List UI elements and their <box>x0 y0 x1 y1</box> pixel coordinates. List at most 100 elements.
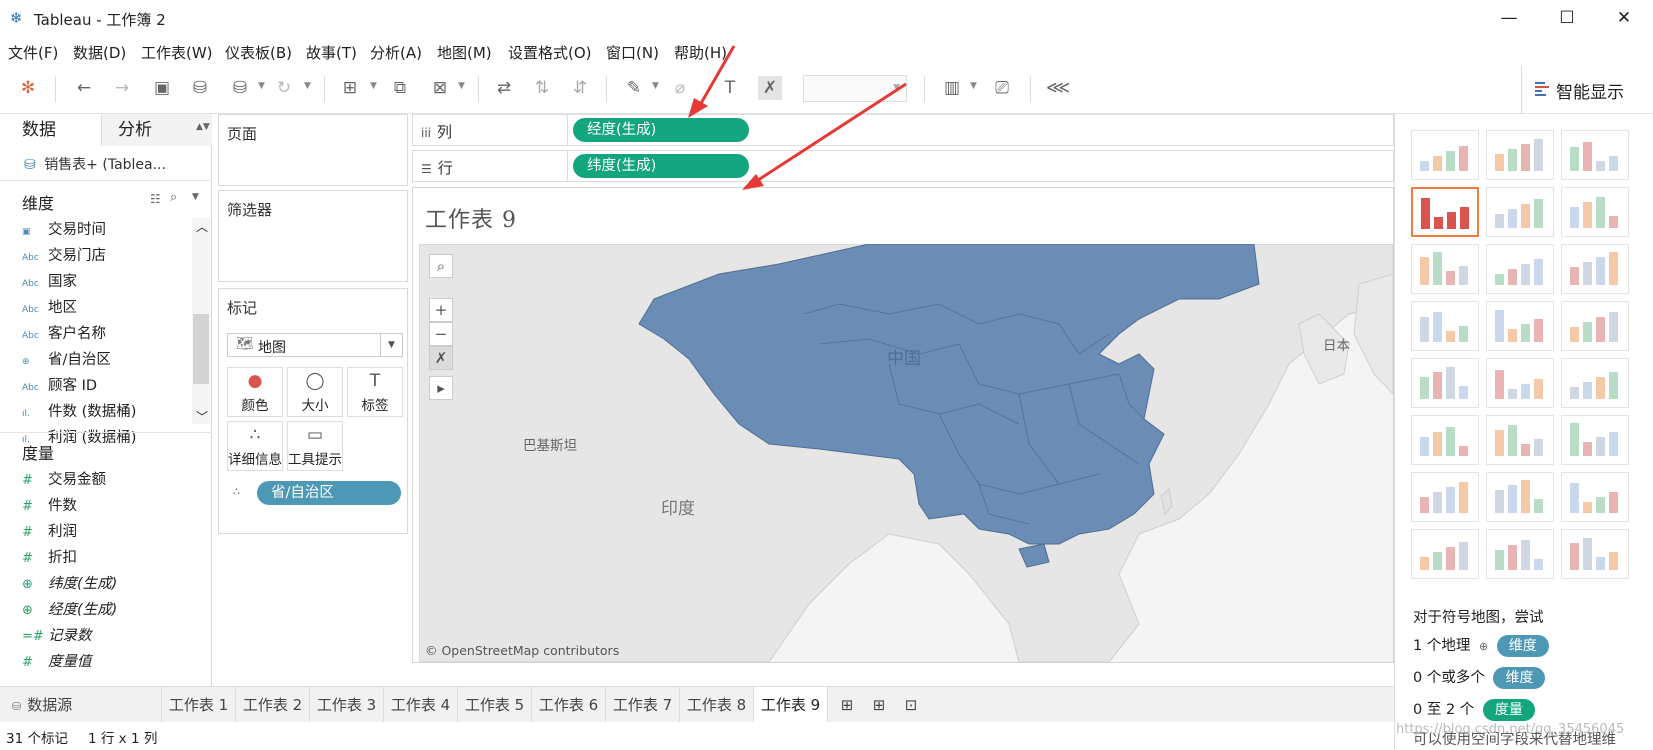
dimension-field[interactable]: Abc 顾客 ID <box>22 374 97 398</box>
undo-icon[interactable]: ← <box>72 76 96 100</box>
sheet-tab[interactable]: 工作表 1 <box>162 687 236 723</box>
chart-type-thumbnail[interactable] <box>1486 187 1554 237</box>
chart-type-thumbnail[interactable] <box>1561 130 1629 180</box>
scroll-down-icon[interactable]: ﹀ <box>196 408 208 425</box>
chart-type-thumbnail[interactable] <box>1411 358 1479 408</box>
chart-type-thumbnail[interactable] <box>1486 358 1554 408</box>
expand-toolbar-icon[interactable]: ▸ <box>429 376 453 400</box>
chart-type-thumbnail[interactable] <box>1411 187 1479 237</box>
measure-field[interactable]: # 利润 <box>22 520 77 544</box>
menu-map[interactable]: 地图(M) <box>437 42 492 63</box>
zoom-in-button[interactable]: + <box>429 298 453 322</box>
dimension-field[interactable]: ⊕ 省/自治区 <box>22 348 111 372</box>
chart-type-thumbnail[interactable] <box>1561 301 1629 351</box>
fix-axes-icon[interactable]: ✗ <box>758 76 782 100</box>
menu-format[interactable]: 设置格式(O) <box>508 42 592 63</box>
sort-descending-icon[interactable]: ⇵ <box>568 76 592 100</box>
menu-dashboard[interactable]: 仪表板(B) <box>225 42 292 63</box>
search-icon[interactable]: ⌕ <box>170 190 177 205</box>
new-datasource-icon[interactable]: ⛁ <box>188 76 212 100</box>
dimension-field[interactable]: Abc 客户名称 <box>22 322 106 346</box>
label-button[interactable]: T 标签 <box>347 367 403 417</box>
chevron-down-icon[interactable]: ▼ <box>970 81 977 91</box>
dimension-field[interactable]: ıl. 件数 (数据桶) <box>22 400 136 424</box>
sheet-tab[interactable]: 工作表 9 <box>754 687 828 723</box>
chart-type-thumbnail[interactable] <box>1486 130 1554 180</box>
highlight-icon[interactable]: ✎ <box>622 76 646 100</box>
chart-type-thumbnail[interactable] <box>1561 529 1629 579</box>
dimension-field[interactable]: ▣ 交易时间 <box>22 218 106 242</box>
chart-type-thumbnail[interactable] <box>1411 472 1479 522</box>
scrollbar-thumb[interactable] <box>193 314 209 384</box>
map-view[interactable]: 中国 印度 巴基斯坦 日本 ⌕ + − ✗ ▸ © OpenStreetMap … <box>419 244 1393 662</box>
tab-menu-icon[interactable]: ▲▼ <box>196 122 210 132</box>
measure-field[interactable]: =# 记录数 <box>22 624 92 648</box>
datasource-row[interactable]: ⛁ 销售表+ (Tablea... <box>24 154 166 174</box>
save-icon[interactable]: ▣ <box>150 76 174 100</box>
smart-show-tab[interactable]: 智能显示 <box>1521 66 1653 113</box>
group-members-icon[interactable]: ⌀ <box>668 76 692 100</box>
sheet-tab[interactable]: 工作表 4 <box>384 687 458 723</box>
swap-rows-columns-icon[interactable]: ⇄ <box>492 76 516 100</box>
measure-field[interactable]: # 度量值 <box>22 650 92 674</box>
chart-type-thumbnail[interactable] <box>1486 415 1554 465</box>
chart-type-thumbnail[interactable] <box>1486 472 1554 522</box>
tableau-home-icon[interactable]: ✻ <box>16 76 40 100</box>
dimension-field[interactable]: Abc 地区 <box>22 296 77 320</box>
close-button[interactable]: ✕ <box>1595 0 1653 36</box>
menu-data[interactable]: 数据(D) <box>73 42 126 63</box>
duplicate-sheet-icon[interactable]: ⧉ <box>388 76 412 100</box>
new-story-tab-icon[interactable]: ⊡ <box>896 687 926 723</box>
detail-button[interactable]: ∴ 详细信息 <box>227 421 283 471</box>
mark-type-dropdown[interactable]: 🗺 地图 ▼ <box>227 333 403 357</box>
redo-icon[interactable]: → <box>110 76 134 100</box>
measure-field[interactable]: # 折扣 <box>22 546 77 570</box>
sort-ascending-icon[interactable]: ⇅ <box>530 76 554 100</box>
detail-pill-province[interactable]: 省/自治区 <box>257 481 401 505</box>
tooltip-button[interactable]: ▭ 工具提示 <box>287 421 343 471</box>
zoom-out-button[interactable]: − <box>429 322 453 346</box>
view-list-icon[interactable]: ☷ <box>150 192 161 206</box>
menu-file[interactable]: 文件(F) <box>8 42 58 63</box>
scroll-up-icon[interactable]: ︿ <box>196 218 208 235</box>
measure-field[interactable]: ⊕ 经度(生成) <box>22 598 117 622</box>
chart-type-thumbnail[interactable] <box>1561 472 1629 522</box>
sheet-tab[interactable]: 工作表 5 <box>458 687 532 723</box>
chevron-down-icon[interactable]: ▼ <box>258 81 265 91</box>
color-button[interactable]: ● 颜色 <box>227 367 283 417</box>
menu-help[interactable]: 帮助(H) <box>674 42 727 63</box>
new-dashboard-tab-icon[interactable]: ⊞ <box>864 687 894 723</box>
size-button[interactable]: ◯ 大小 <box>287 367 343 417</box>
clear-sheet-icon[interactable]: ⊠ <box>428 76 452 100</box>
chevron-down-icon[interactable]: ▼ <box>458 81 465 91</box>
chart-type-thumbnail[interactable] <box>1561 415 1629 465</box>
pages-card[interactable]: 页面 <box>218 114 408 186</box>
new-worksheet-tab-icon[interactable]: ⊞ <box>832 687 862 723</box>
chart-type-thumbnail[interactable] <box>1486 301 1554 351</box>
chart-type-thumbnail[interactable] <box>1411 130 1479 180</box>
chart-type-thumbnail[interactable] <box>1411 244 1479 294</box>
chart-type-thumbnail[interactable] <box>1561 187 1629 237</box>
columns-pill-longitude[interactable]: 经度(生成) <box>573 118 749 142</box>
chevron-down-icon[interactable]: ▼ <box>370 81 377 91</box>
filters-card[interactable]: 筛选器 <box>218 190 408 282</box>
sheet-tab[interactable]: 工作表 7 <box>606 687 680 723</box>
chart-type-thumbnail[interactable] <box>1486 244 1554 294</box>
dimension-field[interactable]: Abc 交易门店 <box>22 244 106 268</box>
sheet-tab[interactable]: 工作表 6 <box>532 687 606 723</box>
measure-field[interactable]: # 交易金额 <box>22 468 106 492</box>
show-mark-labels-icon[interactable]: T <box>718 76 742 100</box>
rows-pill-latitude[interactable]: 纬度(生成) <box>573 154 749 178</box>
map-search-icon[interactable]: ⌕ <box>429 254 453 278</box>
share-icon[interactable]: ⋘ <box>1046 76 1070 100</box>
presentation-mode-icon[interactable]: ⎚ <box>990 76 1014 100</box>
measure-field[interactable]: ⊕ 纬度(生成) <box>22 572 117 596</box>
chart-type-thumbnail[interactable] <box>1486 529 1554 579</box>
maximize-button[interactable]: ☐ <box>1538 0 1596 36</box>
menu-worksheet[interactable]: 工作表(W) <box>141 42 213 63</box>
menu-analysis[interactable]: 分析(A) <box>370 42 422 63</box>
show-cards-icon[interactable]: ▥ <box>940 76 964 100</box>
tab-data[interactable]: 数据 <box>0 114 102 146</box>
chart-type-thumbnail[interactable] <box>1411 301 1479 351</box>
tab-datasource[interactable]: ⛁ 数据源 <box>0 687 162 723</box>
